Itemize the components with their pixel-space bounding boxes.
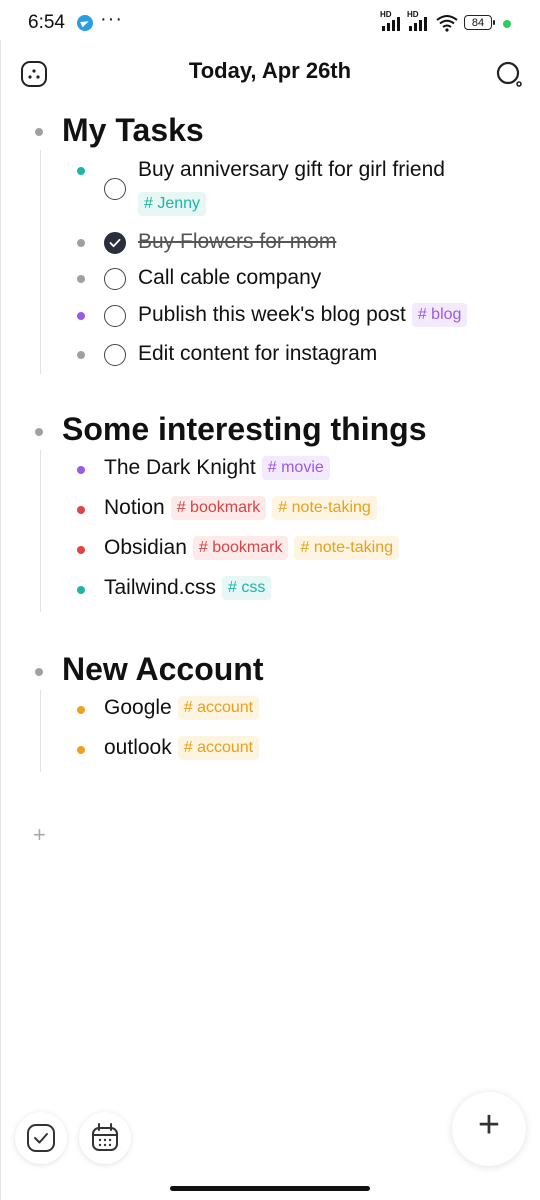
list-item[interactable]: Buy anniversary gift for girl friend [138, 158, 445, 182]
item-text: outlook [104, 736, 172, 759]
privacy-indicator-dot [503, 20, 511, 28]
signal-icon-1 [380, 15, 406, 31]
tag-jenny[interactable]: # Jenny [138, 192, 207, 217]
item-bullet[interactable] [77, 546, 85, 554]
list-item[interactable]: Notion # bookmark # note-taking [104, 496, 377, 521]
list-item[interactable]: outlook # account [104, 736, 260, 761]
item-bullet[interactable] [77, 746, 85, 754]
checkmark-icon [109, 238, 121, 248]
check-square-icon [27, 1124, 55, 1152]
item-text: Call cable company [138, 266, 322, 289]
tag-account[interactable]: # account [177, 736, 260, 761]
list-item[interactable]: Tailwind.css # css [104, 576, 272, 601]
item-bullet[interactable] [77, 506, 85, 514]
task-checkbox[interactable] [104, 268, 126, 290]
list-item[interactable]: The Dark Knight # movie [104, 456, 330, 481]
tag-account[interactable]: # account [177, 696, 260, 721]
task-checkbox-checked[interactable] [104, 232, 126, 254]
item-text: Google [104, 696, 172, 719]
section-title[interactable]: My Tasks [62, 112, 204, 149]
item-bullet[interactable] [77, 312, 85, 320]
calendar-icon [92, 1123, 118, 1151]
item-bullet[interactable] [77, 466, 85, 474]
item-text: Obsidian [104, 536, 187, 559]
plus-icon: + [477, 1104, 501, 1146]
section-title[interactable]: New Account [62, 651, 264, 688]
task-checkbox[interactable] [104, 305, 126, 327]
signal-icon-2 [407, 15, 433, 31]
section-guide-line [40, 690, 41, 772]
item-text: Buy anniversary gift for girl friend [138, 158, 445, 181]
battery-icon: 84 [464, 15, 495, 30]
task-checkbox[interactable] [104, 344, 126, 366]
list-item[interactable]: Call cable company [138, 266, 321, 290]
task-checkbox[interactable] [104, 178, 126, 200]
list-item[interactable]: Edit content for instagram [138, 342, 377, 366]
item-bullet[interactable] [77, 167, 85, 175]
tag-row: # Jenny [132, 192, 207, 217]
tag-blog[interactable]: # blog [411, 303, 468, 328]
list-item[interactable]: Google # account [104, 696, 260, 721]
tag-movie[interactable]: # movie [261, 456, 330, 481]
list-item[interactable]: Publish this week's blog post # blog [138, 303, 468, 328]
tag-note-taking[interactable]: # note-taking [294, 536, 399, 561]
more-notifications-icon: ··· [100, 8, 123, 30]
item-bullet[interactable] [77, 239, 85, 247]
item-text: Buy Flowers for mom [138, 230, 337, 253]
left-edge-divider [0, 40, 1, 1200]
tag-bookmark[interactable]: # bookmark [170, 496, 267, 521]
tasks-button[interactable] [15, 1112, 67, 1164]
home-indicator [170, 1186, 370, 1191]
item-text: The Dark Knight [104, 456, 256, 479]
tag-css[interactable]: # css [222, 576, 272, 601]
search-icon[interactable] [495, 60, 523, 88]
add-block-button[interactable]: + [33, 822, 46, 848]
item-text: Notion [104, 496, 165, 519]
page-title: Today, Apr 26th [188, 58, 352, 83]
item-bullet[interactable] [77, 275, 85, 283]
item-text: Tailwind.css [104, 576, 217, 599]
list-item[interactable]: Obsidian # bookmark # note-taking [104, 536, 399, 561]
calendar-button[interactable] [79, 1112, 131, 1164]
section-bullet[interactable] [35, 668, 43, 676]
section-bullet[interactable] [35, 128, 43, 136]
telegram-icon [77, 15, 93, 31]
item-bullet[interactable] [77, 586, 85, 594]
add-item-fab[interactable]: + [452, 1092, 526, 1166]
tag-bookmark[interactable]: # bookmark [192, 536, 289, 561]
section-bullet[interactable] [35, 428, 43, 436]
status-bar: 6:54 ··· HD HD 84 [0, 0, 540, 48]
item-bullet[interactable] [77, 706, 85, 714]
section-guide-line [40, 150, 41, 374]
tag-note-taking[interactable]: # note-taking [272, 496, 377, 521]
app-header: Today, Apr 26th [0, 50, 540, 94]
wifi-icon [436, 15, 458, 32]
item-bullet[interactable] [77, 351, 85, 359]
status-time: 6:54 [28, 12, 65, 33]
section-title[interactable]: Some interesting things [62, 411, 426, 448]
item-text: Edit content for instagram [138, 342, 378, 365]
section-guide-line [40, 450, 41, 612]
item-text: Publish this week's blog post [138, 303, 406, 326]
list-item[interactable]: Buy Flowers for mom [138, 230, 336, 254]
